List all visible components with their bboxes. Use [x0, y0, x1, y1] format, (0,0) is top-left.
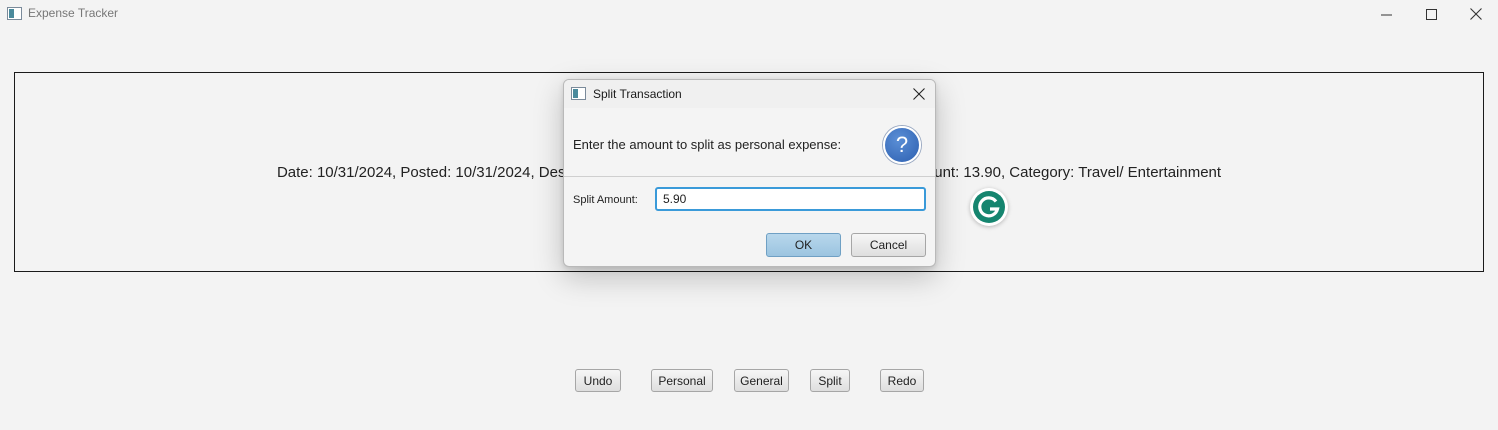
dialog-title: Split Transaction	[593, 87, 682, 101]
redo-button[interactable]: Redo	[880, 369, 924, 392]
minimize-icon	[1380, 14, 1392, 15]
ok-button[interactable]: OK	[766, 233, 841, 257]
grammarly-icon	[973, 191, 1005, 223]
window-titlebar: Expense Tracker	[0, 0, 1498, 28]
dialog-app-icon	[571, 87, 586, 100]
close-button[interactable]	[1453, 0, 1498, 28]
app-icon	[7, 7, 22, 20]
question-icon: ?	[883, 126, 921, 164]
minimize-button[interactable]	[1363, 0, 1409, 28]
action-buttons: Undo Personal General Split Redo	[0, 369, 1498, 395]
close-icon	[913, 88, 925, 100]
general-button[interactable]: General	[734, 369, 789, 392]
window-title: Expense Tracker	[28, 6, 119, 20]
dialog-close-button[interactable]	[911, 86, 927, 102]
maximize-button[interactable]	[1408, 0, 1454, 28]
split-transaction-dialog: Split Transaction Enter the amount to sp…	[563, 79, 936, 267]
dialog-header: Enter the amount to split as personal ex…	[564, 108, 935, 177]
close-icon	[1470, 8, 1482, 20]
dialog-header-text: Enter the amount to split as personal ex…	[573, 137, 842, 152]
dialog-titlebar: Split Transaction	[564, 80, 935, 108]
split-amount-input[interactable]	[655, 187, 926, 211]
personal-button[interactable]: Personal	[651, 369, 713, 392]
undo-button[interactable]: Undo	[575, 369, 621, 392]
grammarly-button[interactable]	[970, 188, 1008, 226]
maximize-icon	[1425, 8, 1437, 20]
cancel-button[interactable]: Cancel	[851, 233, 926, 257]
split-amount-label: Split Amount:	[573, 194, 638, 206]
split-button[interactable]: Split	[810, 369, 850, 392]
